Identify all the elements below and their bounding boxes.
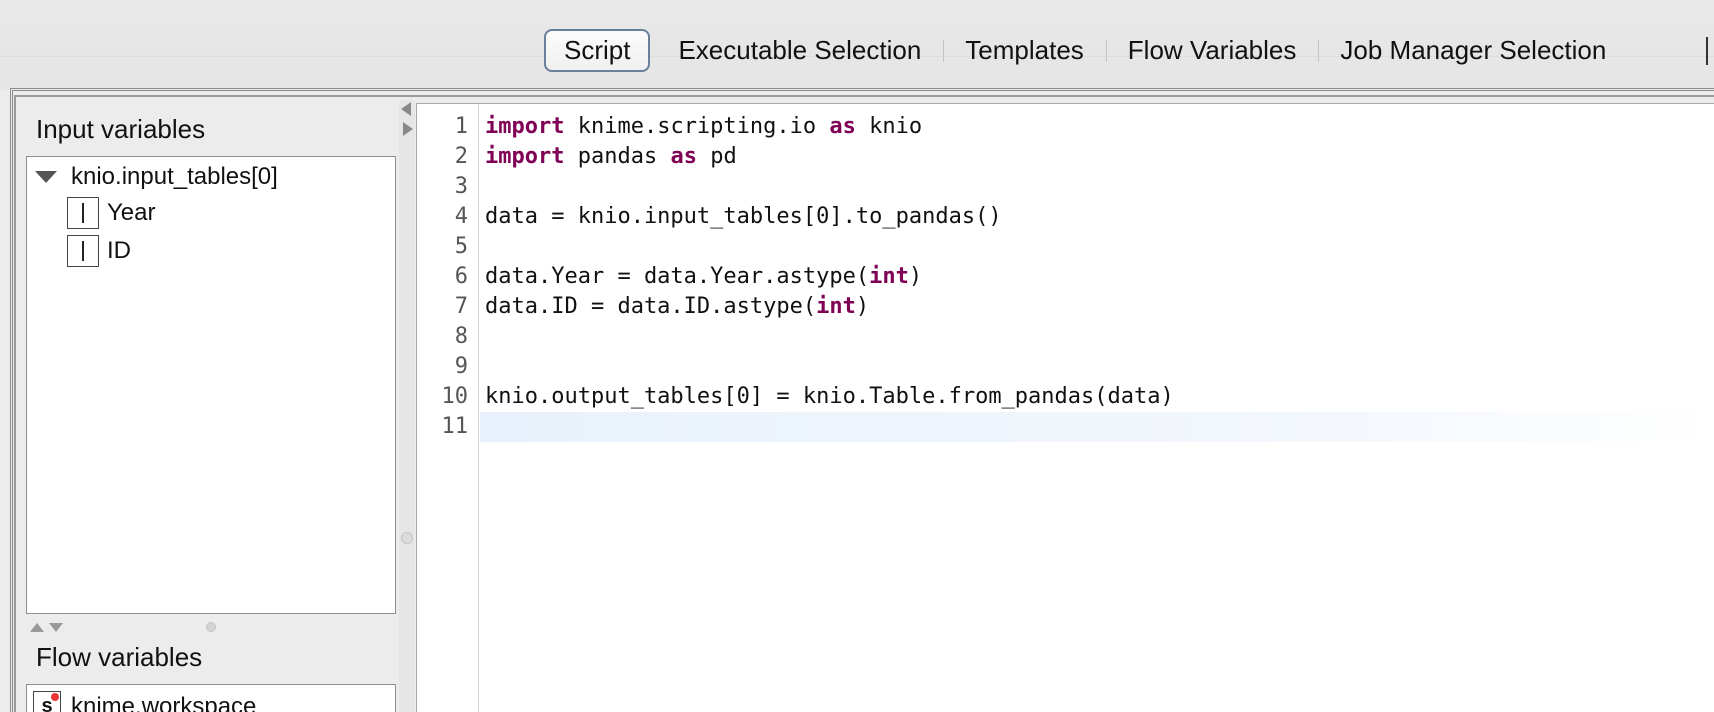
- tree-item-column-id[interactable]: ID: [67, 235, 131, 267]
- tab-bar: Script Executable Selection Templates Fl…: [0, 0, 1714, 90]
- line-number-gutter: 1 2 3 4 5 6 7 8 9 10 11: [417, 104, 479, 712]
- tree-node-label: knio.input_tables[0]: [71, 163, 278, 190]
- code-text: knio: [855, 114, 923, 139]
- current-line-highlight: [480, 412, 1714, 442]
- line-number: 2: [454, 144, 468, 169]
- code-keyword: int: [816, 294, 856, 319]
- collapse-left-icon[interactable]: [401, 102, 411, 116]
- expand-triangle-icon[interactable]: [35, 171, 57, 183]
- tree-item-column-year[interactable]: Year: [67, 197, 156, 229]
- collapse-up-icon[interactable]: [30, 622, 44, 632]
- code-keyword: as: [829, 114, 856, 139]
- tab-overflow-edge: [1706, 37, 1708, 65]
- line-number: 11: [441, 414, 469, 439]
- code-text: data = knio.input_tables[0].to_pandas(): [485, 204, 1002, 229]
- code-text: data.Year = data.Year.astype(: [485, 264, 870, 289]
- line-number: 1: [454, 114, 468, 139]
- tab-executable-selection[interactable]: Executable Selection: [656, 29, 943, 72]
- code-text: ): [908, 264, 923, 289]
- tab-script[interactable]: Script: [544, 29, 651, 72]
- code-editor[interactable]: 1 2 3 4 5 6 7 8 9 10 11 import knime.scripting.io …: [416, 103, 1714, 712]
- code-line[interactable]: data.Year = data.Year.astype(int): [485, 262, 922, 292]
- code-line[interactable]: import pandas as pd: [485, 142, 737, 172]
- collapse-down-icon[interactable]: [49, 622, 63, 632]
- flow-variables-list: s knime.workspace: [26, 684, 396, 712]
- collapse-right-icon[interactable]: [403, 122, 413, 136]
- line-number: 5: [454, 234, 468, 259]
- horizontal-splitter[interactable]: [26, 616, 396, 638]
- code-text: ): [855, 294, 870, 319]
- code-line[interactable]: data = knio.input_tables[0].to_pandas(): [485, 202, 1002, 232]
- tab-job-manager-selection[interactable]: Job Manager Selection: [1318, 29, 1628, 72]
- code-keyword: as: [670, 144, 697, 169]
- tab-flow-variables[interactable]: Flow Variables: [1105, 29, 1319, 72]
- tree-item-label: ID: [107, 237, 131, 264]
- line-number: 6: [454, 264, 468, 289]
- left-panel: Input variables knio.input_tables[0] Yea…: [24, 100, 398, 712]
- code-keyword: import: [485, 144, 565, 169]
- vertical-splitter[interactable]: [399, 100, 415, 712]
- code-keyword: import: [485, 114, 565, 139]
- flow-variables-title: Flow variables: [36, 642, 203, 672]
- tabs: Script Executable Selection Templates Fl…: [544, 29, 1628, 72]
- line-number: 9: [454, 354, 468, 379]
- line-number: 7: [454, 294, 468, 319]
- tree-item-label: Year: [107, 199, 156, 226]
- code-text: knio.output_tables[0] = knio.Table.from_…: [485, 384, 1174, 409]
- string-variable-icon: s: [33, 691, 61, 712]
- input-variables-tree: knio.input_tables[0] Year ID: [26, 156, 396, 614]
- code-text: data.ID = data.ID.astype(: [485, 294, 817, 319]
- code-line[interactable]: import knime.scripting.io as knio: [485, 112, 922, 142]
- line-number: 10: [441, 384, 469, 409]
- input-variables-title: Input variables: [36, 114, 206, 144]
- line-number: 3: [454, 174, 468, 199]
- code-text: pd: [696, 144, 737, 169]
- code-text: pandas: [564, 144, 671, 169]
- code-line[interactable]: data.ID = data.ID.astype(int): [485, 292, 869, 322]
- string-column-icon: [67, 235, 99, 267]
- line-number: 4: [454, 204, 468, 229]
- splitter-grip-icon[interactable]: [206, 622, 216, 632]
- line-number: 8: [454, 324, 468, 349]
- code-keyword: int: [869, 264, 909, 289]
- code-line[interactable]: knio.output_tables[0] = knio.Table.from_…: [485, 382, 1174, 412]
- tree-node-input-table[interactable]: knio.input_tables[0]: [35, 163, 278, 191]
- splitter-grip-icon[interactable]: [401, 532, 413, 544]
- tab-templates[interactable]: Templates: [943, 29, 1106, 72]
- flow-variable-item[interactable]: knime.workspace: [71, 693, 256, 712]
- code-text: knime.scripting.io: [564, 114, 830, 139]
- string-column-icon: [67, 197, 99, 229]
